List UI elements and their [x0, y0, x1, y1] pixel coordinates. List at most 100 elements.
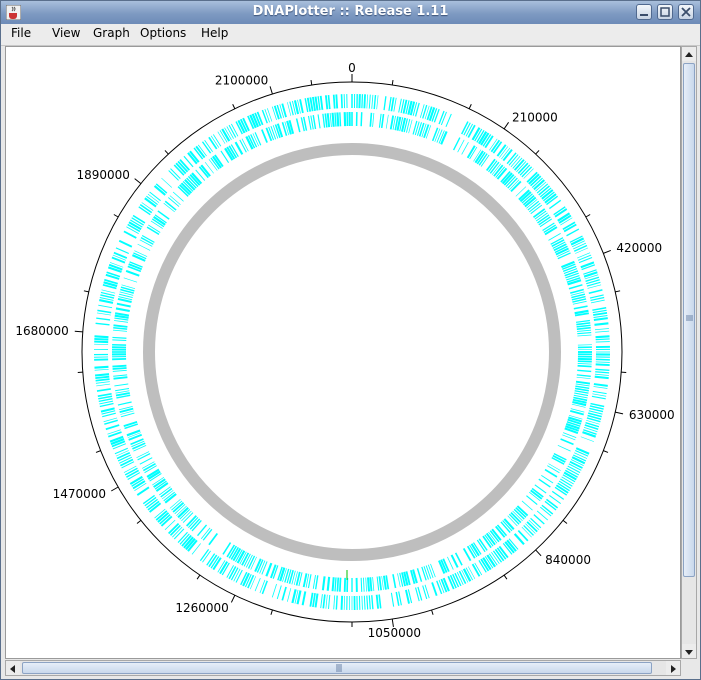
feature-bar [228, 124, 237, 138]
feature-bar [594, 375, 609, 380]
minimize-button[interactable] [636, 4, 652, 20]
feature-bar [112, 364, 127, 368]
feature-bar [378, 594, 382, 609]
tick-label: 1470000 [53, 487, 106, 501]
feature-bar [265, 562, 273, 577]
horizontal-scroll-thumb[interactable] [22, 662, 652, 674]
feature-bar [312, 574, 316, 589]
minimize-icon [640, 14, 648, 16]
arrow-left-icon [10, 665, 15, 673]
grip-icon [336, 664, 342, 672]
feature-bar [336, 112, 340, 127]
feature-bar [595, 330, 610, 333]
vertical-scrollbar[interactable] [681, 46, 697, 659]
feature-bar [564, 270, 579, 277]
menu-graph[interactable]: Graph [93, 26, 130, 40]
feature-bar [575, 380, 591, 385]
scroll-right-button[interactable] [666, 661, 680, 675]
feature-bar [302, 573, 308, 588]
menu-options[interactable]: Options [140, 26, 186, 40]
plot-canvas[interactable]: 0 210000 420000 630000 840000 1050000 1260000 1… [5, 46, 681, 659]
minor-tick [615, 290, 621, 293]
feature-bar [328, 594, 331, 609]
feature-bar [340, 595, 344, 610]
feature-bar [334, 112, 337, 127]
feature-bar [462, 568, 472, 582]
scroll-up-button[interactable] [682, 47, 696, 61]
major-tick [615, 411, 624, 415]
feature-bar [421, 566, 427, 581]
feature-bar [593, 315, 608, 318]
feature-bar [576, 324, 591, 328]
feature-bar [577, 369, 592, 373]
feature-bar [314, 96, 319, 111]
menu-bar: File View Graph Options Help [1, 24, 700, 46]
feature-bar [593, 383, 608, 387]
feature-bar [395, 591, 400, 606]
minor-tick [232, 104, 236, 109]
feature-bar [94, 337, 109, 341]
feature-bar [592, 390, 607, 395]
feature-bar [588, 289, 603, 294]
feature-bar [375, 594, 380, 609]
title-bar[interactable]: DNAPlotter :: Release 1.11 [1, 1, 700, 25]
feature-bar [376, 95, 379, 110]
vertical-scroll-thumb[interactable] [683, 63, 695, 577]
feature-bar [320, 594, 323, 609]
feature-bar [324, 95, 329, 110]
feature-bar [97, 309, 112, 314]
feature-bar [118, 239, 133, 248]
major-tick [134, 178, 142, 185]
feature-bar [322, 113, 326, 128]
feature-bar [117, 401, 132, 406]
close-button[interactable] [678, 4, 694, 20]
arrow-down-icon [685, 650, 693, 655]
minor-tick [83, 290, 89, 293]
menu-help[interactable]: Help [201, 26, 228, 40]
feature-bar [368, 595, 371, 610]
feature-bar [593, 386, 608, 389]
scroll-left-button[interactable] [6, 661, 20, 675]
feature-bar [380, 113, 385, 129]
feature-bar [306, 97, 312, 112]
scale-circle [81, 81, 623, 623]
feature-bar [119, 458, 134, 467]
feature-bar [113, 326, 128, 330]
feature-bar [457, 139, 465, 153]
feature-bar [115, 387, 130, 392]
feature-bar [398, 98, 402, 113]
feature-bar [309, 592, 314, 607]
feature-bar [427, 564, 434, 579]
feature-bar [325, 594, 328, 609]
maximize-button[interactable] [657, 4, 673, 20]
feature-bar [130, 438, 144, 446]
tick-label: 1890000 [77, 168, 130, 182]
menu-file[interactable]: File [11, 26, 31, 40]
feature-bar [366, 94, 369, 109]
feature-bar [431, 127, 439, 142]
feature-bar [592, 307, 607, 311]
scroll-down-button[interactable] [682, 644, 696, 658]
menu-view[interactable]: View [52, 26, 80, 40]
horizontal-scrollbar[interactable] [5, 660, 681, 676]
feature-bar [96, 388, 111, 392]
feature-bar [123, 230, 137, 239]
feature-bar [423, 124, 430, 139]
feature-bar [235, 569, 243, 583]
feature-bar [95, 381, 110, 384]
feature-bar [392, 574, 397, 589]
maximize-icon [660, 7, 670, 17]
feature-bar [270, 125, 277, 140]
feature-bar [594, 322, 609, 326]
feature-bar [562, 265, 577, 272]
feature-bar [568, 284, 583, 290]
feature-bar [436, 129, 443, 143]
minor-tick [196, 574, 201, 580]
feature-bar [390, 97, 395, 112]
feature-bar [431, 582, 438, 597]
feature-bar [591, 395, 606, 400]
tick-label: 2100000 [215, 74, 268, 88]
feature-bar [112, 329, 127, 332]
feature-bar [137, 453, 151, 461]
feature-bar [575, 383, 590, 387]
